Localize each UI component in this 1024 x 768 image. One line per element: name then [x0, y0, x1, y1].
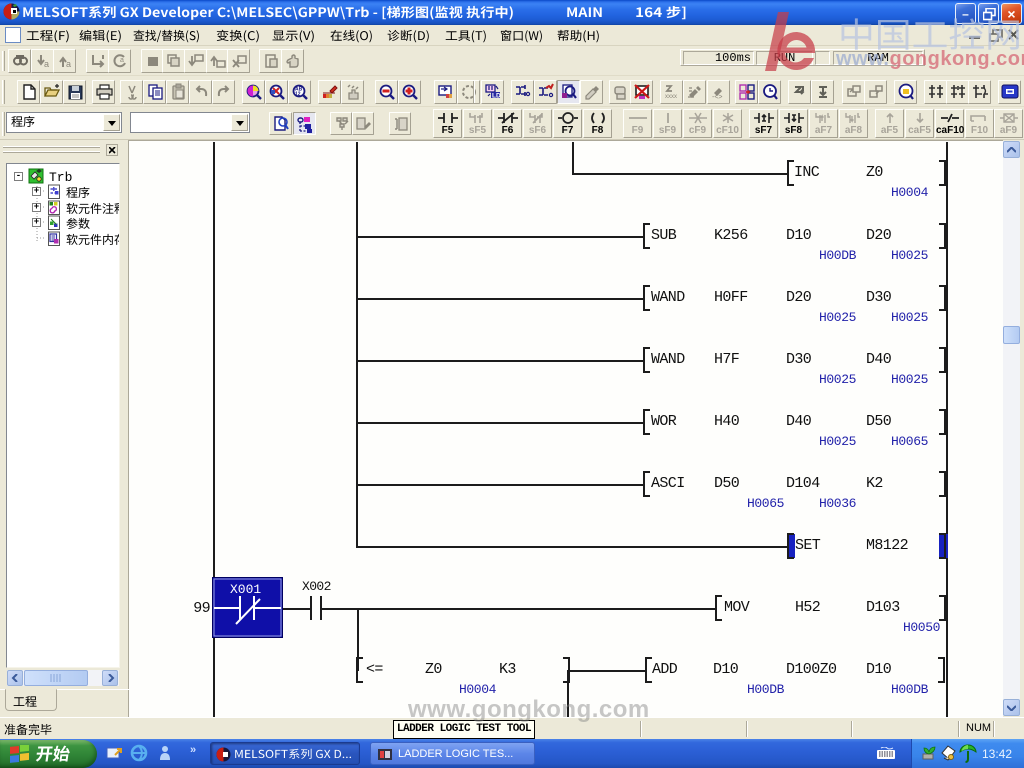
- svg-text:xxxx: xxxx: [665, 94, 677, 100]
- svg-text:a: a: [44, 59, 49, 69]
- svg-text:LD: LD: [492, 93, 501, 100]
- svg-text:X001: X001: [230, 582, 261, 597]
- svg-text:12: 12: [295, 92, 301, 98]
- svg-text:a: a: [66, 59, 71, 69]
- svg-text:a: a: [120, 57, 124, 64]
- svg-text:-<>: -<>: [712, 94, 723, 101]
